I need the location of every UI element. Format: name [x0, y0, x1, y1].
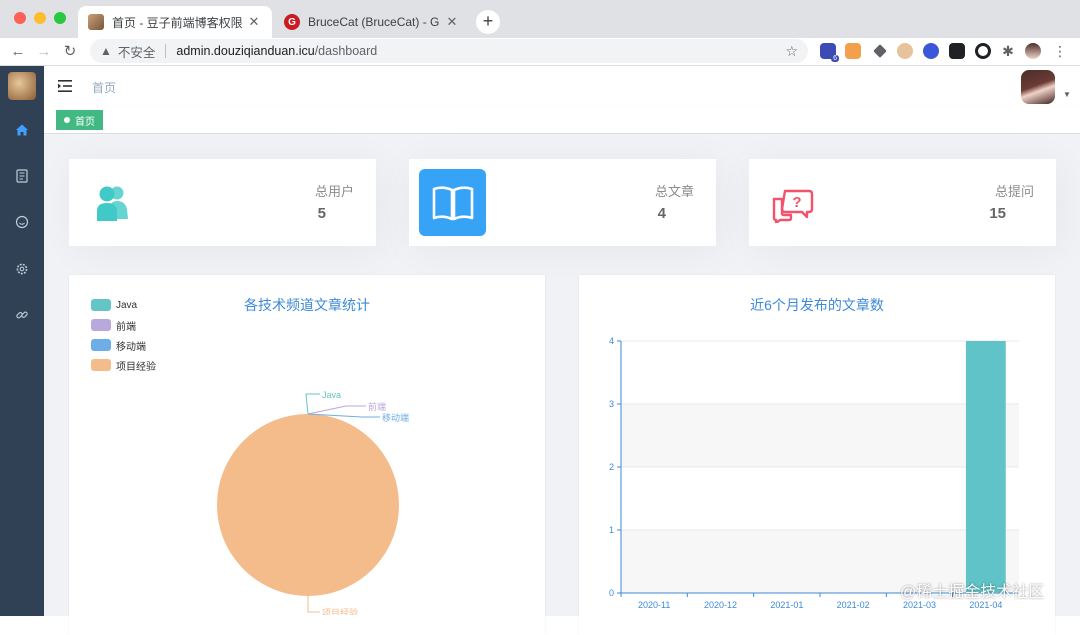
- sidebar-item-questions[interactable]: [0, 210, 44, 234]
- gear-icon: [16, 263, 28, 275]
- document-icon: [16, 169, 28, 183]
- pie-leader-line: [305, 393, 320, 415]
- pie-leader-line: [307, 596, 320, 613]
- stat-value: 15: [989, 205, 1006, 222]
- theater-extension-icon[interactable]: [949, 43, 965, 59]
- bar-chart-svg: 012342020-11 2020-12 2021-01 2021-02 2021-03…: [609, 336, 1019, 610]
- active-dot-icon: [64, 117, 70, 123]
- back-arrow-icon[interactable]: ←: [8, 42, 28, 62]
- close-window-button[interactable]: [14, 12, 26, 24]
- gitee-favicon-icon: G: [284, 14, 300, 30]
- tag-label: 首页: [75, 116, 95, 128]
- tab-title: 首页 - 豆子前端博客权限管理系统: [112, 15, 242, 30]
- x-tick-label: 2020-12: [704, 600, 737, 610]
- address-divider: [165, 44, 167, 58]
- pie-chart-svg: Java 前端移动端项目经验: [217, 390, 409, 615]
- sidebar-item-home[interactable]: [0, 118, 44, 142]
- question-chat-icon-wrap: ?: [759, 169, 826, 236]
- grid-band: [621, 404, 1019, 467]
- pie-leader-line: [307, 405, 366, 415]
- y-tick-label: 4: [609, 336, 614, 346]
- pie-slice-label: 前端: [368, 401, 386, 412]
- stat-card-articles[interactable]: 总文章 4: [409, 159, 716, 246]
- pie-slice-label: 项目经验: [322, 607, 358, 615]
- stat-card-questions[interactable]: ? 总提问 15: [749, 159, 1056, 246]
- extension-stack-icon[interactable]: 6: [820, 43, 839, 62]
- dashboard-main: 总用户 5 总文章 4 ? 总提问 15 各技术频道文章统计 Java 前端 移…: [44, 135, 1080, 635]
- browser-toolbar: ← → ↻ ▲ 不安全 admin.douziqianduan.icu/dash…: [0, 38, 1080, 66]
- link-icon: [16, 311, 28, 319]
- close-tab-icon[interactable]: ✕: [444, 14, 460, 30]
- book-icon: [432, 185, 473, 220]
- bookmark-star-icon[interactable]: ☆: [785, 43, 798, 60]
- sidebar-item-settings[interactable]: [0, 257, 44, 281]
- browser-tab-dashboard[interactable]: 首页 - 豆子前端博客权限管理系统 ✕: [78, 6, 272, 38]
- maximize-window-button[interactable]: [54, 12, 66, 24]
- forward-arrow-icon[interactable]: →: [34, 42, 54, 62]
- face-extension-icon[interactable]: [897, 43, 913, 59]
- hamburger-menu-icon[interactable]: [58, 80, 72, 92]
- menu-kebab-icon[interactable]: ⋮: [1052, 43, 1068, 59]
- browser-tab-gitee[interactable]: G BruceCat (BruceCat) - Gitee.com ✕: [274, 6, 470, 38]
- stat-label: 总用户: [314, 184, 354, 199]
- tag-home[interactable]: 首页: [56, 110, 103, 130]
- sidebar-item-articles[interactable]: [0, 164, 44, 188]
- pie-slice-label: Java: [322, 390, 341, 400]
- address-bar[interactable]: ▲ 不安全 admin.douziqianduan.icu/dashboard …: [90, 39, 808, 63]
- crescent-extension-icon[interactable]: [923, 43, 939, 59]
- tags-view-bar: 首页: [44, 106, 1080, 134]
- bar[interactable]: [965, 341, 1006, 593]
- x-tick-label: 2021-01: [770, 600, 803, 610]
- x-tick-label: 2021-02: [837, 600, 870, 610]
- users-icon-wrap: [79, 169, 146, 236]
- browser-titlebar: 首页 - 豆子前端博客权限管理系统 ✕ G BruceCat (BruceCat…: [0, 0, 1080, 38]
- svg-text:?: ?: [792, 194, 801, 211]
- sidebar-item-links[interactable]: [0, 303, 44, 327]
- circle-extension-icon[interactable]: [975, 43, 991, 59]
- pie-slice[interactable]: [217, 414, 399, 596]
- close-tab-icon[interactable]: ✕: [246, 14, 262, 30]
- question-chat-icon: ?: [772, 189, 813, 223]
- insecure-label: 不安全: [117, 45, 156, 60]
- new-tab-button[interactable]: +: [476, 10, 500, 34]
- minimize-window-button[interactable]: [34, 12, 46, 24]
- users-icon: [96, 186, 128, 221]
- tab-title: BruceCat (BruceCat) - Gitee.com: [308, 15, 440, 29]
- stat-label: 总文章: [654, 184, 694, 199]
- stat-label: 总提问: [994, 184, 1034, 199]
- smile-icon: [15, 215, 29, 229]
- y-tick-label: 0: [609, 588, 614, 598]
- app-sidebar: [0, 66, 44, 616]
- watermark-text: @稀土掘金技术社区: [900, 584, 1045, 601]
- book-icon-wrap: [419, 169, 486, 236]
- reload-icon[interactable]: ↻: [60, 42, 80, 62]
- stat-card-users[interactable]: 总用户 5: [69, 159, 376, 246]
- stat-value: 4: [657, 205, 666, 222]
- stat-value: 5: [317, 205, 326, 222]
- logo-cat-icon: [8, 72, 36, 100]
- home-icon: [16, 124, 28, 136]
- y-tick-label: 1: [609, 525, 614, 535]
- warning-icon: ▲: [100, 44, 112, 58]
- calculator-extension-icon[interactable]: [845, 43, 861, 59]
- url-path: /dashboard: [314, 44, 378, 58]
- pie-slice-label: 移动端: [382, 412, 409, 423]
- profile-avatar-icon[interactable]: [1025, 43, 1041, 59]
- pie-chart-panel: 各技术频道文章统计 Java 前端 移动端 项目经验 Java 前端 移动端 项目经验: [69, 275, 545, 635]
- url-host: admin.douziqianduan.icu: [176, 44, 315, 58]
- extension-badge: 6: [831, 55, 839, 62]
- puzzle-extensions-icon[interactable]: ✱: [1000, 43, 1016, 59]
- y-tick-label: 3: [609, 399, 614, 409]
- caret-down-icon[interactable]: ▼: [1063, 90, 1071, 99]
- eyedropper-extension-icon[interactable]: [873, 44, 887, 58]
- cat-favicon-icon: [88, 14, 104, 30]
- x-tick-label: 2020-11: [638, 600, 670, 610]
- user-avatar[interactable]: [1021, 70, 1055, 104]
- y-tick-label: 2: [609, 462, 614, 472]
- app-navbar: 首页 ▼: [44, 66, 1080, 106]
- breadcrumb: 首页: [92, 81, 117, 95]
